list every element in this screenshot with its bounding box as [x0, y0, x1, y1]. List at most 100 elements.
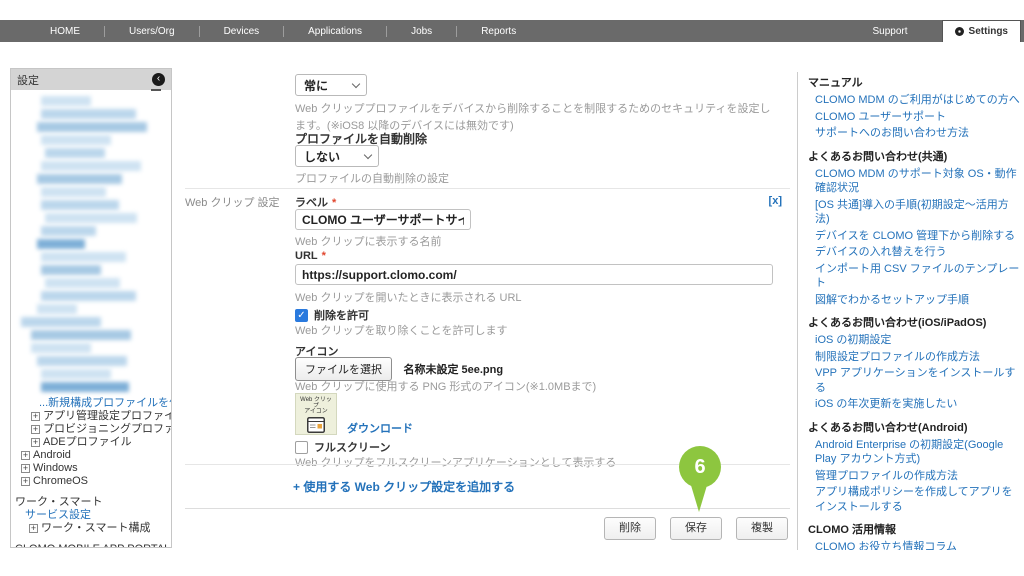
help-section-item: よくあるお問い合わせ(共通) CLOMO MDM のサポート対象 OS・動作確認状… [808, 150, 1022, 308]
sidebar-item-item[interactable]: サービス設定 [11, 509, 171, 522]
help-link[interactable]: 制限設定プロファイルの作成方法 [808, 350, 1022, 365]
help-link[interactable]: デバイスを CLOMO 管理下から削除する [808, 229, 1022, 244]
sidebar-item-item[interactable]: ...新規構成プロファイルを作成 [11, 397, 171, 410]
nav-item-users-org[interactable]: Users/Org [105, 26, 199, 37]
redacted-text-bar [45, 278, 120, 288]
support-link[interactable]: Support [873, 26, 908, 37]
redacted-text-bar [41, 109, 136, 119]
help-link[interactable]: CLOMO ユーザーサポート [808, 110, 1022, 125]
help-link[interactable]: [OS 共通]導入の手順(初期設定〜活用方法) [808, 198, 1022, 227]
sidebar-item-chromeos[interactable]: +ChromeOS [11, 475, 171, 488]
help-section-item: マニュアル CLOMO MDM のご利用がはじめての方へ CLOMO ユーザーサポー… [808, 76, 1022, 141]
tree-item-label: アプリ管理設定プロファイル [43, 410, 172, 422]
nav-item-devices[interactable]: Devices [200, 26, 284, 37]
help-link[interactable]: iOS の年次更新を実施したい [808, 397, 1022, 412]
label-input[interactable] [295, 209, 471, 230]
webclip-section-label: Web クリップ 設定 [185, 195, 280, 212]
security-select[interactable]: 常に [295, 74, 367, 96]
url-help-text: Web クリップを開いたときに表示される URL [295, 290, 522, 307]
help-link[interactable]: デバイスの入れ替えを行う [808, 245, 1022, 260]
help-link[interactable]: サポートへのお問い合わせ方法 [808, 126, 1022, 141]
autodelete-help-text: プロファイルの自動削除の設定 [295, 171, 449, 188]
expand-icon[interactable]: + [21, 451, 30, 460]
nav-item-applications[interactable]: Applications [284, 26, 386, 37]
duplicate-button[interactable]: 複製 [736, 517, 788, 540]
save-button[interactable]: 保存 [670, 517, 722, 540]
help-link[interactable]: CLOMO MDM のサポート対象 OS・動作確認状況 [808, 167, 1022, 196]
sidebar-collapse-mark [151, 89, 161, 91]
sidebar-item-windows[interactable]: +Windows [11, 462, 171, 475]
redacted-text-bar [41, 135, 111, 145]
nav-item-jobs[interactable]: Jobs [387, 26, 456, 37]
autodelete-select[interactable]: しない [295, 145, 379, 167]
expand-icon[interactable]: + [31, 425, 40, 434]
expand-icon[interactable]: + [29, 524, 38, 533]
help-link[interactable]: アプリ構成ポリシーを作成してアプリをインストールする [808, 485, 1022, 514]
help-link[interactable]: VPP アプリケーションをインストールする [808, 366, 1022, 395]
help-panel: マニュアル CLOMO MDM のご利用がはじめての方へ CLOMO ユーザーサポー… [797, 72, 1024, 550]
help-link[interactable]: 管理プロファイルの作成方法 [808, 469, 1022, 484]
help-link[interactable]: CLOMO お役立ち情報コラム [808, 540, 1022, 550]
removable-checkbox[interactable]: ✓ [295, 309, 308, 322]
label-field-label: ラベル* [295, 194, 336, 210]
divider [185, 188, 790, 189]
top-nav: HOMEUsers/OrgDevicesApplicationsJobsRepo… [0, 20, 540, 42]
redacted-text-bar [31, 343, 91, 353]
sidebar-item-ade[interactable]: +ADEプロファイル [11, 436, 171, 449]
add-webclip-link[interactable]: + 使用する Web クリップ設定を追加する [293, 478, 515, 495]
autodelete-select-value: しない [304, 148, 340, 165]
settings-tab[interactable]: Settings [942, 20, 1021, 42]
tree-item-label: Android [33, 449, 71, 461]
redacted-text-bar [41, 369, 111, 379]
nav-item-home[interactable]: HOME [26, 26, 104, 37]
nav-item-reports[interactable]: Reports [457, 26, 540, 37]
removable-checkbox-row: ✓ 削除を許可 [295, 307, 369, 323]
redacted-text-bar [41, 382, 129, 392]
fullscreen-checkbox[interactable] [295, 441, 308, 454]
expand-icon[interactable]: + [21, 477, 30, 486]
sidebar-item-android[interactable]: +Android [11, 449, 171, 462]
expand-icon[interactable]: + [31, 438, 40, 447]
fullscreen-checkbox-row: フルスクリーン [295, 439, 390, 455]
fullscreen-label: フルスクリーン [314, 439, 390, 455]
redacted-text-bar [41, 265, 101, 275]
step-badge: 6 [679, 446, 721, 488]
help-link[interactable]: Android Enterprise の初期設定(Google Play アカウ… [808, 438, 1022, 467]
help-section-title: よくあるお問い合わせ(iOS/iPadOS) [808, 316, 1022, 330]
redacted-text-bar [41, 161, 141, 171]
webclip-profile-form: 常に Web クリッププロファイルをデバイスから削除することを制限するためのセキ… [185, 68, 790, 558]
tree-gap [11, 535, 171, 543]
help-section-title: よくあるお問い合わせ(共通) [808, 150, 1022, 164]
redacted-text-bar [41, 187, 106, 197]
label-help-text: Web クリップに表示する名前 [295, 234, 441, 251]
choose-file-button[interactable]: ファイルを選択 [295, 357, 392, 381]
help-link[interactable]: 図解でわかるセットアップ手順 [808, 293, 1022, 308]
tree-item-label: プロビジョニングプロファイル [43, 423, 172, 435]
expand-icon[interactable]: + [21, 464, 30, 473]
removable-label: 削除を許可 [314, 307, 369, 323]
form-buttons: 削除保存複製 [604, 517, 788, 540]
sidebar-title: 設定 [17, 72, 39, 88]
redacted-text-bar [21, 317, 101, 327]
url-input[interactable] [295, 264, 773, 285]
help-link[interactable]: iOS の初期設定 [808, 333, 1022, 348]
help-link[interactable]: インポート用 CSV ファイルのテンプレート [808, 262, 1022, 291]
redacted-text-bar [37, 304, 77, 314]
help-section-android: よくあるお問い合わせ(Android)Android Enterprise の初… [808, 421, 1022, 515]
sidebar-item-item[interactable]: +プロビジョニングプロファイル [11, 423, 171, 436]
remove-webclip-link[interactable]: [x] [769, 195, 782, 207]
download-link[interactable]: ダウンロード [347, 420, 413, 436]
help-link[interactable]: CLOMO MDM のご利用がはじめての方へ [808, 93, 1022, 108]
icon-file-row: ファイルを選択 名称未設定 5ee.png [295, 357, 503, 381]
help-section-title: マニュアル [808, 76, 1022, 90]
redacted-text-bar [37, 122, 147, 132]
sidebar-collapse-button[interactable]: ‹ [152, 73, 165, 86]
sidebar-item-item[interactable]: +アプリ管理設定プロファイル [11, 410, 171, 423]
help-section-clomo: CLOMO 活用情報CLOMO お役立ち情報コラムCLOMO オンラインセミナー… [808, 523, 1022, 550]
sidebar-item-item[interactable]: +ワーク・スマート構成 [11, 522, 171, 535]
redacted-text-bar [41, 200, 119, 210]
icon-preview-caption: Web クリップ アイコン [299, 397, 333, 415]
tree-item-label: Windows [33, 462, 78, 474]
delete-button[interactable]: 削除 [604, 517, 656, 540]
expand-icon[interactable]: + [31, 412, 40, 421]
